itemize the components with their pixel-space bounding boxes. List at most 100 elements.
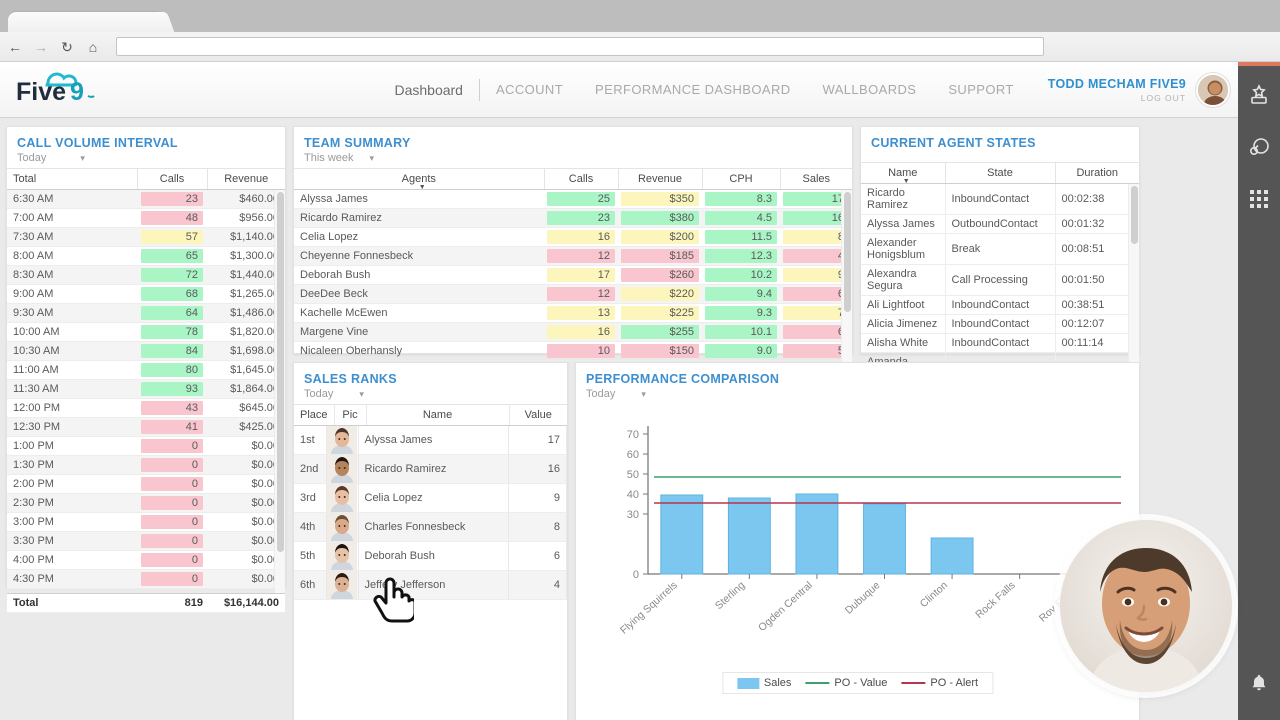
column-header-name[interactable]: Name ▼ — [861, 162, 946, 185]
table-row[interactable]: 6:30 AM 23 $460.00 — [7, 190, 285, 209]
table-row[interactable]: Celia Lopez16$20011.58 — [294, 227, 852, 247]
table-row[interactable]: 11:00 AM 80 $1,645.00 — [7, 360, 285, 380]
url-input[interactable] — [116, 37, 1044, 56]
table-row[interactable]: Deborah Bush17$26010.29 — [294, 265, 852, 285]
table-row[interactable]: DeeDee Beck12$2209.46 — [294, 284, 852, 304]
badge-star-icon[interactable] — [1238, 72, 1280, 118]
bell-icon[interactable] — [1238, 660, 1280, 706]
team-summary-scroll-area[interactable]: Alyssa James 25 $350 8.3 17 Ricardo Ramirez 23… — [294, 190, 852, 365]
scrollbar-thumb[interactable] — [277, 192, 284, 552]
table-row[interactable]: 10:30 AM 84 $1,698.00 — [7, 341, 285, 361]
home-icon[interactable]: ⌂ — [82, 36, 104, 58]
legend-item-po-alert[interactable]: PO - Alert — [901, 677, 978, 689]
performance-filter[interactable]: Today ▾ — [576, 388, 1139, 404]
cell-calls: 23 — [137, 190, 207, 209]
table-row[interactable]: 7:00 AM 48 $956.00 — [7, 208, 285, 228]
table-row[interactable]: 12:30 PM 41 $425.00 — [7, 417, 285, 437]
column-header-sales[interactable]: Sales — [780, 168, 852, 190]
table-row[interactable]: Ricardo Ramirez InboundContact 00:02:38 — [861, 184, 1139, 215]
column-header-state[interactable]: State — [945, 162, 1056, 184]
column-header-place[interactable]: Place — [294, 404, 335, 426]
list-item[interactable]: 5th Deborah Bush 6 — [294, 541, 567, 571]
table-row[interactable]: Alexandra Segura Call Processing 00:01:50 — [861, 264, 1139, 296]
column-header-revenue[interactable]: Revenue — [207, 168, 285, 190]
table-row[interactable]: Alyssa James OutboundContact 00:01:32 — [861, 214, 1139, 234]
avatar[interactable] — [1196, 72, 1230, 107]
column-header-pic[interactable]: Pic — [334, 404, 367, 426]
nav-link-performance-dashboard[interactable]: PERFORMANCE DASHBOARD — [579, 82, 806, 97]
five9-logo[interactable]: Five 9 — [14, 70, 110, 110]
grid-apps-icon[interactable] — [1238, 176, 1280, 222]
table-row[interactable]: 2:30 PM 0 $0.00 — [7, 493, 285, 513]
table-row[interactable]: 10:00 AM 78 $1,820.00 — [7, 322, 285, 342]
browser-tab[interactable] — [8, 12, 160, 34]
table-row[interactable]: Alyssa James 25 $350 8.3 17 — [294, 190, 852, 209]
table-row[interactable]: 4:30 PM 0 $0.00 — [7, 569, 285, 589]
column-header-agents[interactable]: Agents ▼ — [294, 168, 545, 191]
legend-item-sales[interactable]: Sales — [736, 677, 791, 689]
table-row[interactable]: 9:30 AM 64 $1,486.00 — [7, 303, 285, 323]
team-summary-scrollbar[interactable] — [841, 190, 852, 365]
column-header-value[interactable]: Value — [509, 404, 567, 426]
nav-link-account[interactable]: ACCOUNT — [480, 82, 579, 97]
agent-states-scrollbar[interactable] — [1128, 184, 1139, 364]
column-header-calls[interactable]: Calls — [544, 168, 619, 190]
table-row[interactable]: 4:00 PM 0 $0.00 — [7, 550, 285, 570]
globe-pin-icon[interactable] — [1238, 124, 1280, 170]
table-row[interactable]: 8:00 AM 65 $1,300.00 — [7, 246, 285, 266]
table-row[interactable]: 1:00 PM 0 $0.00 — [7, 436, 285, 456]
forward-arrow-icon[interactable]: → — [30, 36, 52, 58]
table-row[interactable]: Alisha White InboundContact 00:11:14 — [861, 333, 1139, 353]
performance-chart[interactable]: 0 30 40 50 60 70 Flying Squirrels Sterling Ogden… — [576, 404, 1139, 704]
user-block[interactable]: TODD MECHAM FIVE9 LOG OUT — [1048, 77, 1196, 103]
reload-icon[interactable]: ↻ — [56, 36, 78, 58]
table-row[interactable]: 3:30 PM 0 $0.00 — [7, 531, 285, 551]
scrollbar-thumb[interactable] — [1131, 186, 1138, 244]
nav-link-dashboard[interactable]: Dashboard — [378, 82, 479, 98]
cell-state: Break — [945, 233, 1056, 265]
call-volume-filter[interactable]: Today ▾ — [7, 152, 285, 168]
list-item[interactable]: 1st Alyssa James 17 — [294, 426, 567, 455]
legend-label-po-alert: PO - Alert — [930, 677, 979, 689]
legend-item-po-value[interactable]: PO - Value — [805, 677, 887, 689]
logout-link[interactable]: LOG OUT — [1048, 93, 1186, 103]
table-row[interactable]: 7:30 AM 57 $1,140.00 — [7, 227, 285, 247]
column-header-calls[interactable]: Calls — [137, 168, 208, 190]
agent-states-scroll-area[interactable]: Ricardo Ramirez InboundContact 00:02:38 Aly… — [861, 184, 1139, 364]
table-row[interactable]: 12:00 PM 43 $645.00 — [7, 398, 285, 418]
table-row[interactable]: Cheyenne Fonnesbeck12$18512.34 — [294, 246, 852, 266]
list-item[interactable]: 2nd Ricardo Ramirez 16 — [294, 454, 567, 484]
list-item[interactable]: 3rd Celia Lopez 9 — [294, 483, 567, 513]
column-header-revenue[interactable]: Revenue — [618, 168, 703, 190]
table-row[interactable]: 9:00 AM 68 $1,265.00 — [7, 284, 285, 304]
table-row[interactable]: Nicaleen Oberhansly10$1509.05 — [294, 341, 852, 361]
call-volume-scrollbar[interactable] — [274, 190, 285, 593]
table-row[interactable]: Ali Lightfoot InboundContact 00:38:51 — [861, 295, 1139, 315]
table-row[interactable]: 2:00 PM 0 $0.00 — [7, 474, 285, 494]
column-header-cph[interactable]: CPH — [702, 168, 781, 190]
sales-ranks-scroll-area[interactable]: 1st Alyssa James 17 2nd Ricardo Ramirez 16 3rd… — [294, 426, 567, 720]
sales-ranks-filter[interactable]: Today ▾ — [294, 388, 567, 404]
nav-link-wallboards[interactable]: WALLBOARDS — [807, 82, 933, 97]
cell-place: 5th — [294, 541, 327, 571]
call-volume-scroll-area[interactable]: 6:30 AM 23 $460.00 7:00 AM 48 $956.00 7:30 AM 5… — [7, 190, 285, 593]
table-row[interactable]: 11:30 AM 93 $1,864.00 — [7, 379, 285, 399]
table-row[interactable]: Kachelle McEwen13$2259.37 — [294, 303, 852, 323]
list-item[interactable]: 6th Jeffery Jefferson 4 — [294, 570, 567, 600]
scrollbar-thumb[interactable] — [844, 192, 851, 312]
nav-link-support[interactable]: SUPPORT — [932, 82, 1029, 97]
team-summary-filter[interactable]: This week ▾ — [294, 152, 852, 168]
table-row[interactable]: 3:00 PM 0 $0.00 — [7, 512, 285, 532]
table-row[interactable]: Alicia Jimenez InboundContact 00:12:07 — [861, 314, 1139, 334]
column-header-name[interactable]: Name — [366, 404, 510, 426]
table-row[interactable]: 1:30 PM 0 $0.00 — [7, 455, 285, 475]
column-header-total[interactable]: Total — [7, 168, 138, 190]
table-row[interactable]: 8:30 AM 72 $1,440.00 — [7, 265, 285, 285]
list-item[interactable]: 4th Charles Fonnesbeck 8 — [294, 512, 567, 542]
table-row[interactable]: Alexander Honigsblum Break 00:08:51 — [861, 233, 1139, 265]
column-header-duration[interactable]: Duration — [1055, 162, 1139, 184]
table-row[interactable]: Margene Vine16$25510.16 — [294, 322, 852, 342]
table-row[interactable]: Ricardo Ramirez 23 $380 4.5 16 — [294, 208, 852, 228]
right-rail — [1238, 62, 1280, 720]
back-arrow-icon[interactable]: ← — [4, 36, 26, 58]
